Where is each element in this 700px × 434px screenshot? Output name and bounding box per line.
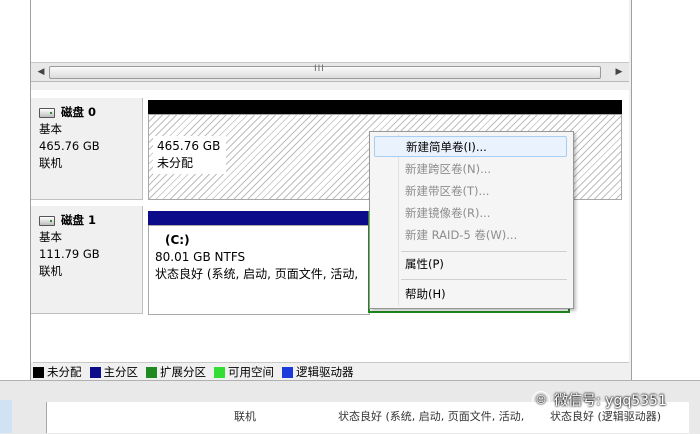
scrollbar-thumb[interactable]: III	[49, 64, 601, 79]
watermark-text: 微信号: ygq5351	[554, 393, 667, 409]
unallocated-info: 465.76 GB 未分配	[153, 136, 227, 174]
menu-help[interactable]: 帮助(H)	[374, 284, 567, 305]
legend-swatch	[89, 366, 101, 378]
legend-unallocated: 未分配	[33, 364, 82, 380]
disk-0-type: 基本	[39, 122, 62, 136]
menu-new-spanned-volume[interactable]: 新建跨区卷(N)...	[374, 159, 567, 180]
legend-swatch	[282, 366, 293, 378]
disk-0-name: 磁盘 0	[61, 105, 97, 119]
background-window-edge	[0, 400, 12, 433]
volume-c-fs: 80.01 GB NTFS	[155, 250, 246, 264]
legend-free-space: 可用空间	[214, 364, 274, 380]
legend-swatch	[146, 366, 157, 378]
legend-logical-drive: 逻辑驱动器	[282, 364, 354, 380]
partition-legend: 未分配 主分区 扩展分区 可用空间 逻辑驱动器	[33, 362, 629, 381]
disk-icon	[39, 215, 55, 226]
menu-new-raid5-volume[interactable]: 新建 RAID-5 卷(W)...	[374, 225, 567, 246]
volume-c-status: 状态良好 (系统, 启动, 页面文件, 活动,	[155, 267, 359, 281]
unallocated-bar	[148, 100, 622, 114]
horizontal-scrollbar[interactable]: ◀ III ▶	[31, 63, 629, 82]
scroll-right-arrow-icon[interactable]: ▶	[611, 63, 627, 81]
disk-1-name: 磁盘 1	[61, 213, 97, 227]
scrollbar-grip-icon: III	[314, 64, 325, 74]
disk-1-label[interactable]: 磁盘 1 基本 111.79 GB 联机	[31, 206, 143, 314]
wechat-icon: ☺	[532, 391, 550, 409]
scroll-left-arrow-icon[interactable]: ◀	[33, 63, 49, 81]
primary-partition-bar	[148, 211, 368, 225]
legend-swatch	[214, 366, 225, 378]
disk-0-size: 465.76 GB	[39, 139, 100, 153]
unallocated-label: 未分配	[157, 156, 194, 170]
disk-0-status: 联机	[39, 156, 62, 170]
disk-icon	[39, 107, 55, 118]
menu-separator	[401, 279, 567, 280]
volume-c-name: (C:)	[165, 233, 190, 247]
menu-new-mirrored-volume[interactable]: 新建镜像卷(R)...	[374, 203, 567, 224]
disk-1-status: 联机	[39, 264, 62, 278]
legend-primary: 主分区	[89, 364, 138, 380]
background-status-logical: 状态良好 (逻辑驱动器)	[550, 410, 662, 423]
menu-properties[interactable]: 属性(P)	[374, 254, 567, 275]
menu-new-striped-volume[interactable]: 新建带区卷(T)...	[374, 181, 567, 202]
watermark: ☺ 微信号: ygq5351	[532, 390, 667, 410]
legend-extended: 扩展分区	[146, 364, 206, 380]
disk-0-label[interactable]: 磁盘 0 基本 465.76 GB 联机	[31, 98, 143, 200]
disk-1-type: 基本	[39, 230, 62, 244]
background-status-online: 联机	[234, 410, 256, 423]
disk-1-size: 111.79 GB	[39, 247, 100, 261]
unallocated-size: 465.76 GB	[157, 139, 221, 153]
menu-separator	[401, 251, 567, 252]
context-menu: 新建简单卷(I)... 新建跨区卷(N)... 新建带区卷(T)... 新建镜像…	[369, 131, 574, 309]
legend-swatch	[33, 366, 44, 378]
menu-new-simple-volume[interactable]: 新建简单卷(I)...	[374, 136, 567, 157]
background-status-c: 状态良好 (系统, 启动, 页面文件, 活动,	[338, 410, 525, 423]
volume-list-pane	[31, 0, 629, 63]
volume-c-info: (C:) 80.01 GB NTFS 状态良好 (系统, 启动, 页面文件, 活…	[155, 232, 358, 283]
